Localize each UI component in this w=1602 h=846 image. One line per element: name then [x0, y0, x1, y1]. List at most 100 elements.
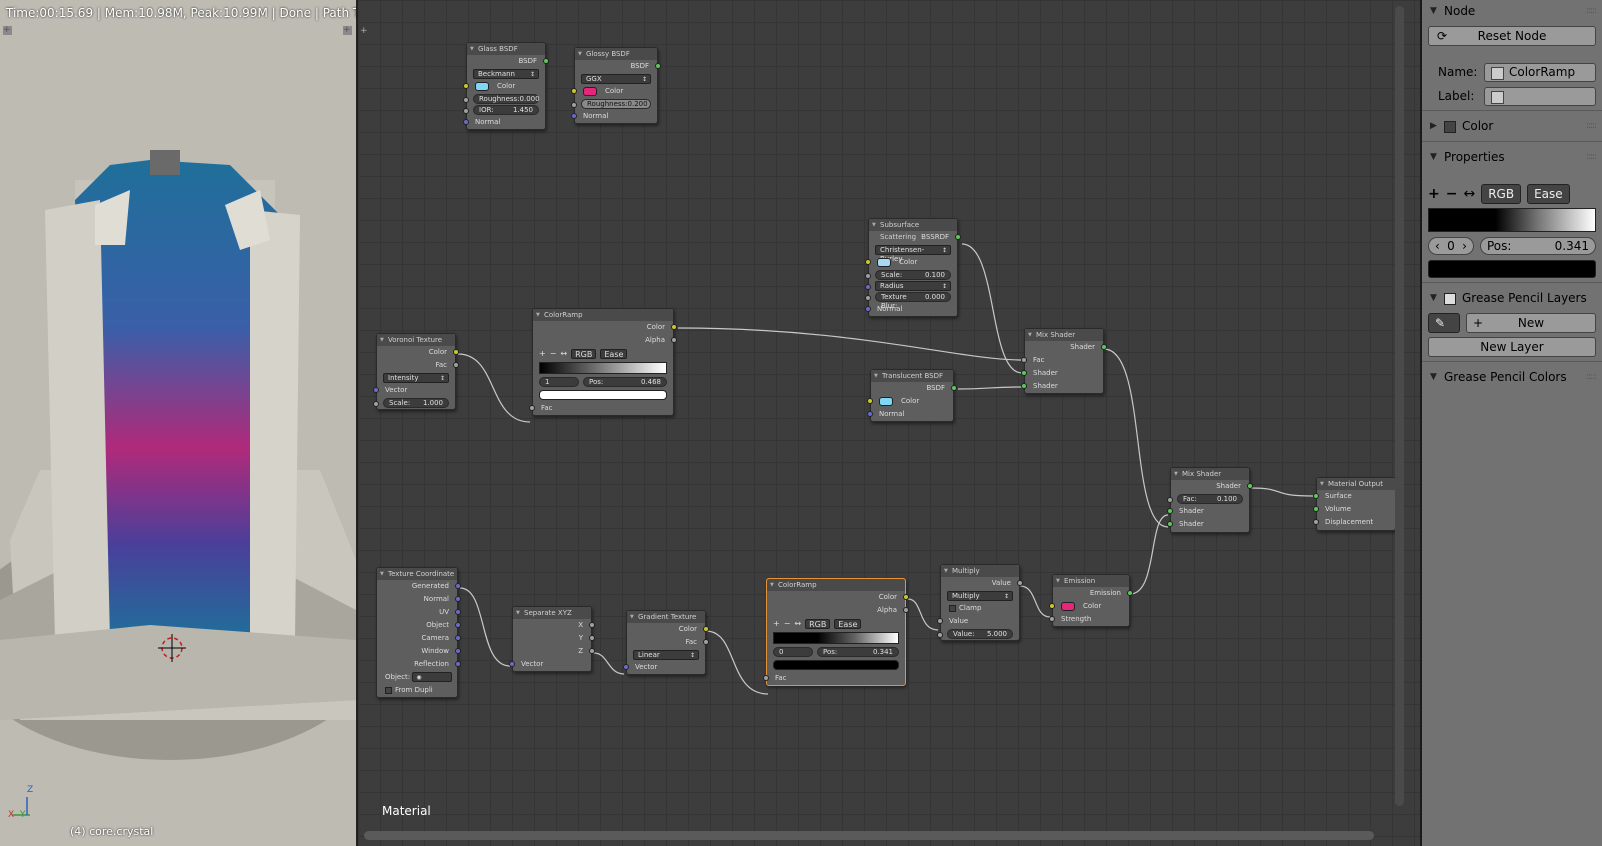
flip-ramp-icon[interactable]: ↔ [1463, 186, 1475, 202]
radius-dropdown[interactable]: Radius [875, 281, 951, 291]
color-ramp-gradient[interactable] [539, 362, 667, 374]
socket[interactable] [955, 234, 961, 240]
node-colorramp[interactable]: ColorRamp Color Alpha + − ↔ RGB Ease 1 P… [529, 308, 677, 416]
gradient-type-dropdown[interactable]: Linear [633, 650, 699, 660]
socket[interactable] [671, 337, 677, 343]
color-mode-dropdown[interactable]: RGB [1481, 184, 1522, 204]
socket[interactable] [373, 401, 379, 407]
color-mode-dropdown[interactable]: RGB [571, 348, 597, 359]
socket[interactable] [455, 622, 461, 628]
node-translucent-bsdf[interactable]: Translucent BSDF BSDF Color Normal [867, 369, 957, 422]
panel-header-grease-pencil-layers[interactable]: Grease Pencil Layers [1422, 287, 1602, 309]
node-title[interactable]: ColorRamp [533, 309, 673, 321]
new-grease-pencil-button[interactable]: + New [1466, 313, 1596, 333]
grip-icon[interactable]: ::::: [1586, 366, 1597, 388]
socket[interactable] [865, 306, 871, 312]
node-glossy-bsdf[interactable]: Glossy BSDF BSDF GGX Color Roughness:0.2… [571, 47, 661, 124]
area-split-handle[interactable]: + [343, 26, 352, 35]
socket[interactable] [867, 411, 873, 417]
grease-pencil-toggle-checkbox[interactable] [1444, 292, 1456, 305]
node-title[interactable]: Material Output [1317, 478, 1395, 490]
area-split-handle[interactable]: + [360, 26, 368, 36]
scale-field[interactable]: Scale: 1.000 [383, 398, 449, 408]
socket[interactable] [571, 102, 577, 108]
node-gradient-texture[interactable]: Gradient Texture Color Fac Linear Vector [623, 610, 709, 675]
socket[interactable] [571, 113, 577, 119]
add-stop-icon[interactable]: + [773, 619, 780, 628]
scale-field[interactable]: Scale: 0.100 [875, 270, 951, 280]
area-split-handle[interactable]: + [3, 26, 12, 35]
socket[interactable] [1167, 508, 1173, 514]
stop-color-field[interactable] [539, 390, 667, 400]
color-swatch[interactable] [879, 396, 893, 406]
socket[interactable] [671, 324, 677, 330]
node-title[interactable]: Multiply [941, 565, 1019, 577]
operation-dropdown[interactable]: Multiply [947, 591, 1013, 601]
node-title[interactable]: Gradient Texture [627, 611, 705, 623]
socket[interactable] [455, 583, 461, 589]
node-title[interactable]: Mix Shader [1025, 329, 1103, 341]
distribution-dropdown[interactable]: GGX [581, 74, 651, 84]
socket[interactable] [903, 594, 909, 600]
socket[interactable] [1313, 506, 1319, 512]
socket[interactable] [865, 284, 871, 290]
node-separate-xyz[interactable]: Separate XYZ X Y Z Vector [509, 606, 595, 672]
socket[interactable] [1313, 519, 1319, 525]
socket[interactable] [1017, 580, 1023, 586]
panel-header-grease-pencil-colors[interactable]: Grease Pencil Colors::::: [1422, 366, 1602, 388]
stop-pos-field[interactable]: Pos: 0.341 [817, 647, 899, 657]
socket[interactable] [589, 635, 595, 641]
from-dupli-checkbox[interactable] [385, 686, 392, 694]
value-field[interactable]: Value: 5.000 [947, 629, 1013, 639]
node-subsurface-scattering[interactable]: Subsurface Scattering BSSRDF Christensen… [865, 218, 961, 317]
socket[interactable] [951, 385, 957, 391]
socket[interactable] [1167, 521, 1173, 527]
color-swatch[interactable] [583, 86, 597, 96]
node-editor[interactable]: + Glass BSDF BSDF Beckmann Color Roughne… [356, 0, 1420, 846]
socket[interactable] [867, 398, 873, 404]
clamp-checkbox[interactable] [949, 604, 956, 612]
color-mode-dropdown[interactable]: RGB [805, 618, 831, 629]
node-mix-shader[interactable]: Mix Shader Shader Fac Shader Shader [1021, 328, 1107, 394]
socket[interactable] [453, 362, 459, 368]
roughness-field[interactable]: Roughness: 0.200 [581, 99, 651, 109]
socket[interactable] [509, 661, 515, 667]
node-title[interactable]: Subsurface Scattering [869, 219, 957, 241]
color-swatch[interactable] [877, 257, 891, 267]
socket[interactable] [703, 639, 709, 645]
roughness-field[interactable]: Roughness: 0.000 [473, 94, 540, 104]
socket[interactable] [571, 88, 577, 94]
node-glass-bsdf[interactable]: Glass BSDF BSDF Beckmann Color Roughness… [463, 42, 549, 130]
add-stop-icon[interactable]: + [539, 349, 546, 358]
falloff-dropdown[interactable]: Christensen-Burley [875, 245, 951, 263]
vertical-scrollbar[interactable] [1395, 6, 1404, 806]
socket[interactable] [937, 632, 943, 638]
socket[interactable] [455, 648, 461, 654]
stop-index-field[interactable]: 1 [539, 377, 579, 387]
node-voronoi-texture[interactable]: Voronoi Texture Color Fac Intensity Vect… [373, 333, 459, 410]
stop-pos-field[interactable]: Pos: 0.341 [1480, 237, 1596, 255]
node-title[interactable]: ColorRamp [767, 579, 905, 591]
fac-field[interactable]: Fac: 0.100 [1177, 494, 1243, 504]
texture-blur-field[interactable]: Texture Blur: 0.000 [875, 292, 951, 310]
remove-stop-icon[interactable]: − [550, 349, 557, 358]
socket[interactable] [623, 664, 629, 670]
object-picker[interactable]: ◉ [412, 672, 453, 682]
socket[interactable] [1021, 370, 1027, 376]
add-stop-icon[interactable]: + [1428, 186, 1440, 202]
socket[interactable] [703, 626, 709, 632]
name-field[interactable]: ColorRamp [1484, 62, 1596, 82]
new-layer-button[interactable]: New Layer [1428, 337, 1596, 357]
label-field[interactable] [1484, 86, 1596, 106]
node-material-output[interactable]: Material Output Surface Volume Displacem… [1313, 477, 1396, 531]
node-title[interactable]: Voronoi Texture [377, 334, 455, 346]
distribution-dropdown[interactable]: Beckmann [473, 69, 539, 79]
node-title[interactable]: Mix Shader [1171, 468, 1249, 480]
remove-stop-icon[interactable]: − [784, 619, 791, 628]
socket[interactable] [1049, 616, 1055, 622]
socket[interactable] [463, 83, 469, 89]
interpolation-dropdown[interactable]: Ease [1527, 184, 1570, 204]
color-toggle-checkbox[interactable] [1444, 120, 1456, 133]
reset-node-button[interactable]: ⟳ Reset Node [1428, 26, 1596, 46]
color-ramp-gradient[interactable] [773, 632, 899, 644]
